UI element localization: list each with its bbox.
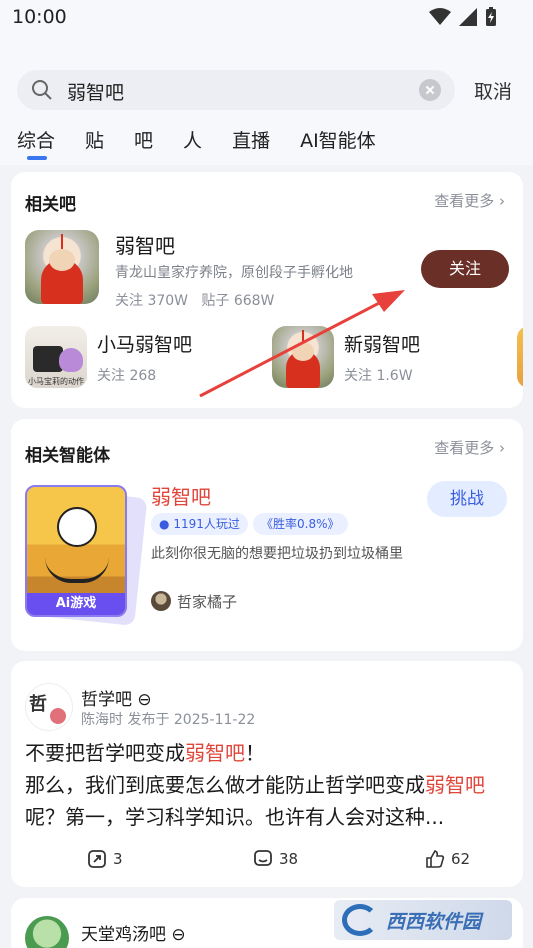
comment-icon (254, 850, 272, 866)
post-bar-name[interactable]: 哲学吧 ⊖ (81, 685, 152, 710)
bar-followers: 关注 1.6W (344, 368, 413, 384)
bar-avatar[interactable] (25, 916, 69, 948)
status-time: 10:00 (12, 6, 67, 28)
bar-badge-icon: ⊖ (171, 925, 186, 945)
signal-icon (459, 8, 477, 26)
post-date: 发布于 2025-11-22 (127, 712, 256, 728)
avatar-pony (59, 348, 83, 372)
watermark-logo (342, 904, 378, 936)
section-title: 相关吧 (25, 195, 76, 215)
players-count: 1191人玩过 (173, 517, 240, 531)
post-highlight: 弱智吧 (185, 741, 245, 765)
bar-avatar[interactable] (25, 230, 99, 304)
post-text: 不要把哲学吧变成 (25, 741, 185, 765)
bar-followers: 关注 370W (115, 293, 189, 309)
bar-name[interactable]: 弱智吧 (115, 230, 175, 259)
post-meta: 陈海时 发布于 2025-11-22 (81, 709, 255, 729)
avatar-flower (50, 708, 66, 724)
agent-author[interactable]: 哲家橘子 (177, 591, 237, 612)
chevron-right-icon: › (499, 439, 505, 457)
bicycle (45, 557, 109, 583)
author-avatar (151, 591, 171, 611)
challenge-button[interactable]: 挑战 (427, 481, 507, 517)
post-text: 呢？第一，学习科学知识。也许有人会对这种... (25, 805, 445, 829)
related-bars-card: 相关吧 查看更多 › 弱智吧 青龙山皇家疗养院，原创段子手孵化地 关注 370W… (11, 172, 523, 408)
bar-posts: 贴子 668W (201, 293, 275, 309)
bar-name[interactable]: 小马弱智吧 (97, 330, 192, 357)
comment-button[interactable]: 38 (253, 849, 298, 869)
bar-avatar-partial[interactable] (517, 326, 523, 388)
related-agents-card: 相关智能体 查看更多 › Ai游戏 弱智吧 ● 1191人玩过 《胜率0.8%》… (11, 419, 523, 651)
avatar-face (291, 342, 315, 361)
status-bar: 10:00 (0, 0, 533, 40)
thumbs-up-icon (426, 850, 445, 868)
bar-followers: 关注 268 (97, 368, 157, 384)
watermark-text: 西西软件园 (386, 911, 482, 933)
panda-face (57, 507, 97, 547)
share-button[interactable]: 3 (87, 849, 123, 869)
tab-people[interactable]: 人 (183, 126, 202, 156)
search-icon (32, 80, 52, 100)
bar-avatar-small[interactable] (272, 326, 334, 388)
avatar-antenna (301, 329, 305, 343)
like-button[interactable]: 62 (425, 849, 470, 869)
status-icons (429, 7, 497, 27)
tab-bars[interactable]: 吧 (134, 126, 153, 156)
view-more-label: 查看更多 (434, 439, 495, 457)
cancel-button[interactable]: 取消 (474, 77, 512, 104)
win-rate-badge: 《胜率0.8%》 (253, 513, 348, 535)
tab-all[interactable]: 综合 (17, 126, 55, 160)
bar-avatar[interactable]: 哲 (25, 683, 73, 731)
tab-posts[interactable]: 贴 (85, 126, 104, 156)
bar-name[interactable]: 新弱智吧 (344, 330, 420, 357)
cover-label: Ai游戏 (27, 593, 125, 615)
view-more-link[interactable]: 查看更多 › (434, 437, 505, 458)
post-content[interactable]: 不要把哲学吧变成弱智吧！ 那么，我们到底要怎么做才能防止哲学吧变成弱智吧呢？第一… (25, 737, 511, 833)
follow-button[interactable]: 关注 (421, 250, 509, 288)
win-rate: 胜率0.8% (273, 517, 328, 531)
watermark: 西西软件园 (334, 900, 512, 940)
chevron-right-icon: › (499, 192, 505, 210)
like-count: 62 (451, 850, 471, 868)
share-count: 3 (113, 850, 123, 868)
comment-count: 38 (279, 850, 299, 868)
agent-cover[interactable]: Ai游戏 (25, 485, 127, 617)
agent-description: 此刻你很无脑的想要把垃圾扔到垃圾桶里 (151, 546, 403, 562)
post-text: 那么，我们到底要怎么做才能防止哲学吧变成 (25, 773, 425, 797)
avatar-antenna (60, 234, 64, 250)
post-text: ！ (245, 741, 265, 765)
search-input[interactable]: 弱智吧 (67, 78, 124, 105)
game-controller-icon: ● (159, 517, 170, 531)
bar-stats: 关注 370W 贴子 668W (115, 290, 274, 310)
post-bar-label: 哲学吧 (81, 690, 132, 710)
battery-icon (486, 7, 496, 26)
post-highlight: 弱智吧 (425, 773, 485, 797)
clear-icon[interactable] (419, 79, 441, 101)
avatar-caption: 小马宝莉的动作 (28, 377, 84, 386)
bar-avatar-small[interactable]: 小马宝莉的动作 (25, 326, 87, 388)
search-tabs: 综合 贴 吧 人 直播 AI智能体 (17, 126, 406, 160)
share-icon (88, 850, 106, 868)
bar-badge-icon: ⊖ (137, 690, 152, 710)
wifi-icon (429, 8, 451, 25)
post-author: 陈海时 (81, 712, 123, 728)
post-card[interactable]: 哲 哲学吧 ⊖ 陈海时 发布于 2025-11-22 不要把哲学吧变成弱智吧！ … (11, 661, 523, 887)
avatar-char: 哲 (29, 694, 47, 715)
search-box[interactable]: 弱智吧 (17, 70, 455, 110)
players-badge: ● 1191人玩过 (151, 513, 248, 535)
view-more-label: 查看更多 (434, 192, 495, 210)
view-more-link[interactable]: 查看更多 › (434, 190, 505, 211)
agent-name[interactable]: 弱智吧 (151, 481, 211, 510)
bar-description: 青龙山皇家疗养院，原创段子手孵化地 (115, 265, 353, 281)
post-bar-label: 天堂鸡汤吧 (81, 925, 166, 945)
section-title: 相关智能体 (25, 446, 110, 466)
tab-ai-agents[interactable]: AI智能体 (300, 126, 376, 156)
tab-live[interactable]: 直播 (232, 126, 270, 156)
post-bar-name[interactable]: 天堂鸡汤吧 ⊖ (81, 920, 186, 945)
